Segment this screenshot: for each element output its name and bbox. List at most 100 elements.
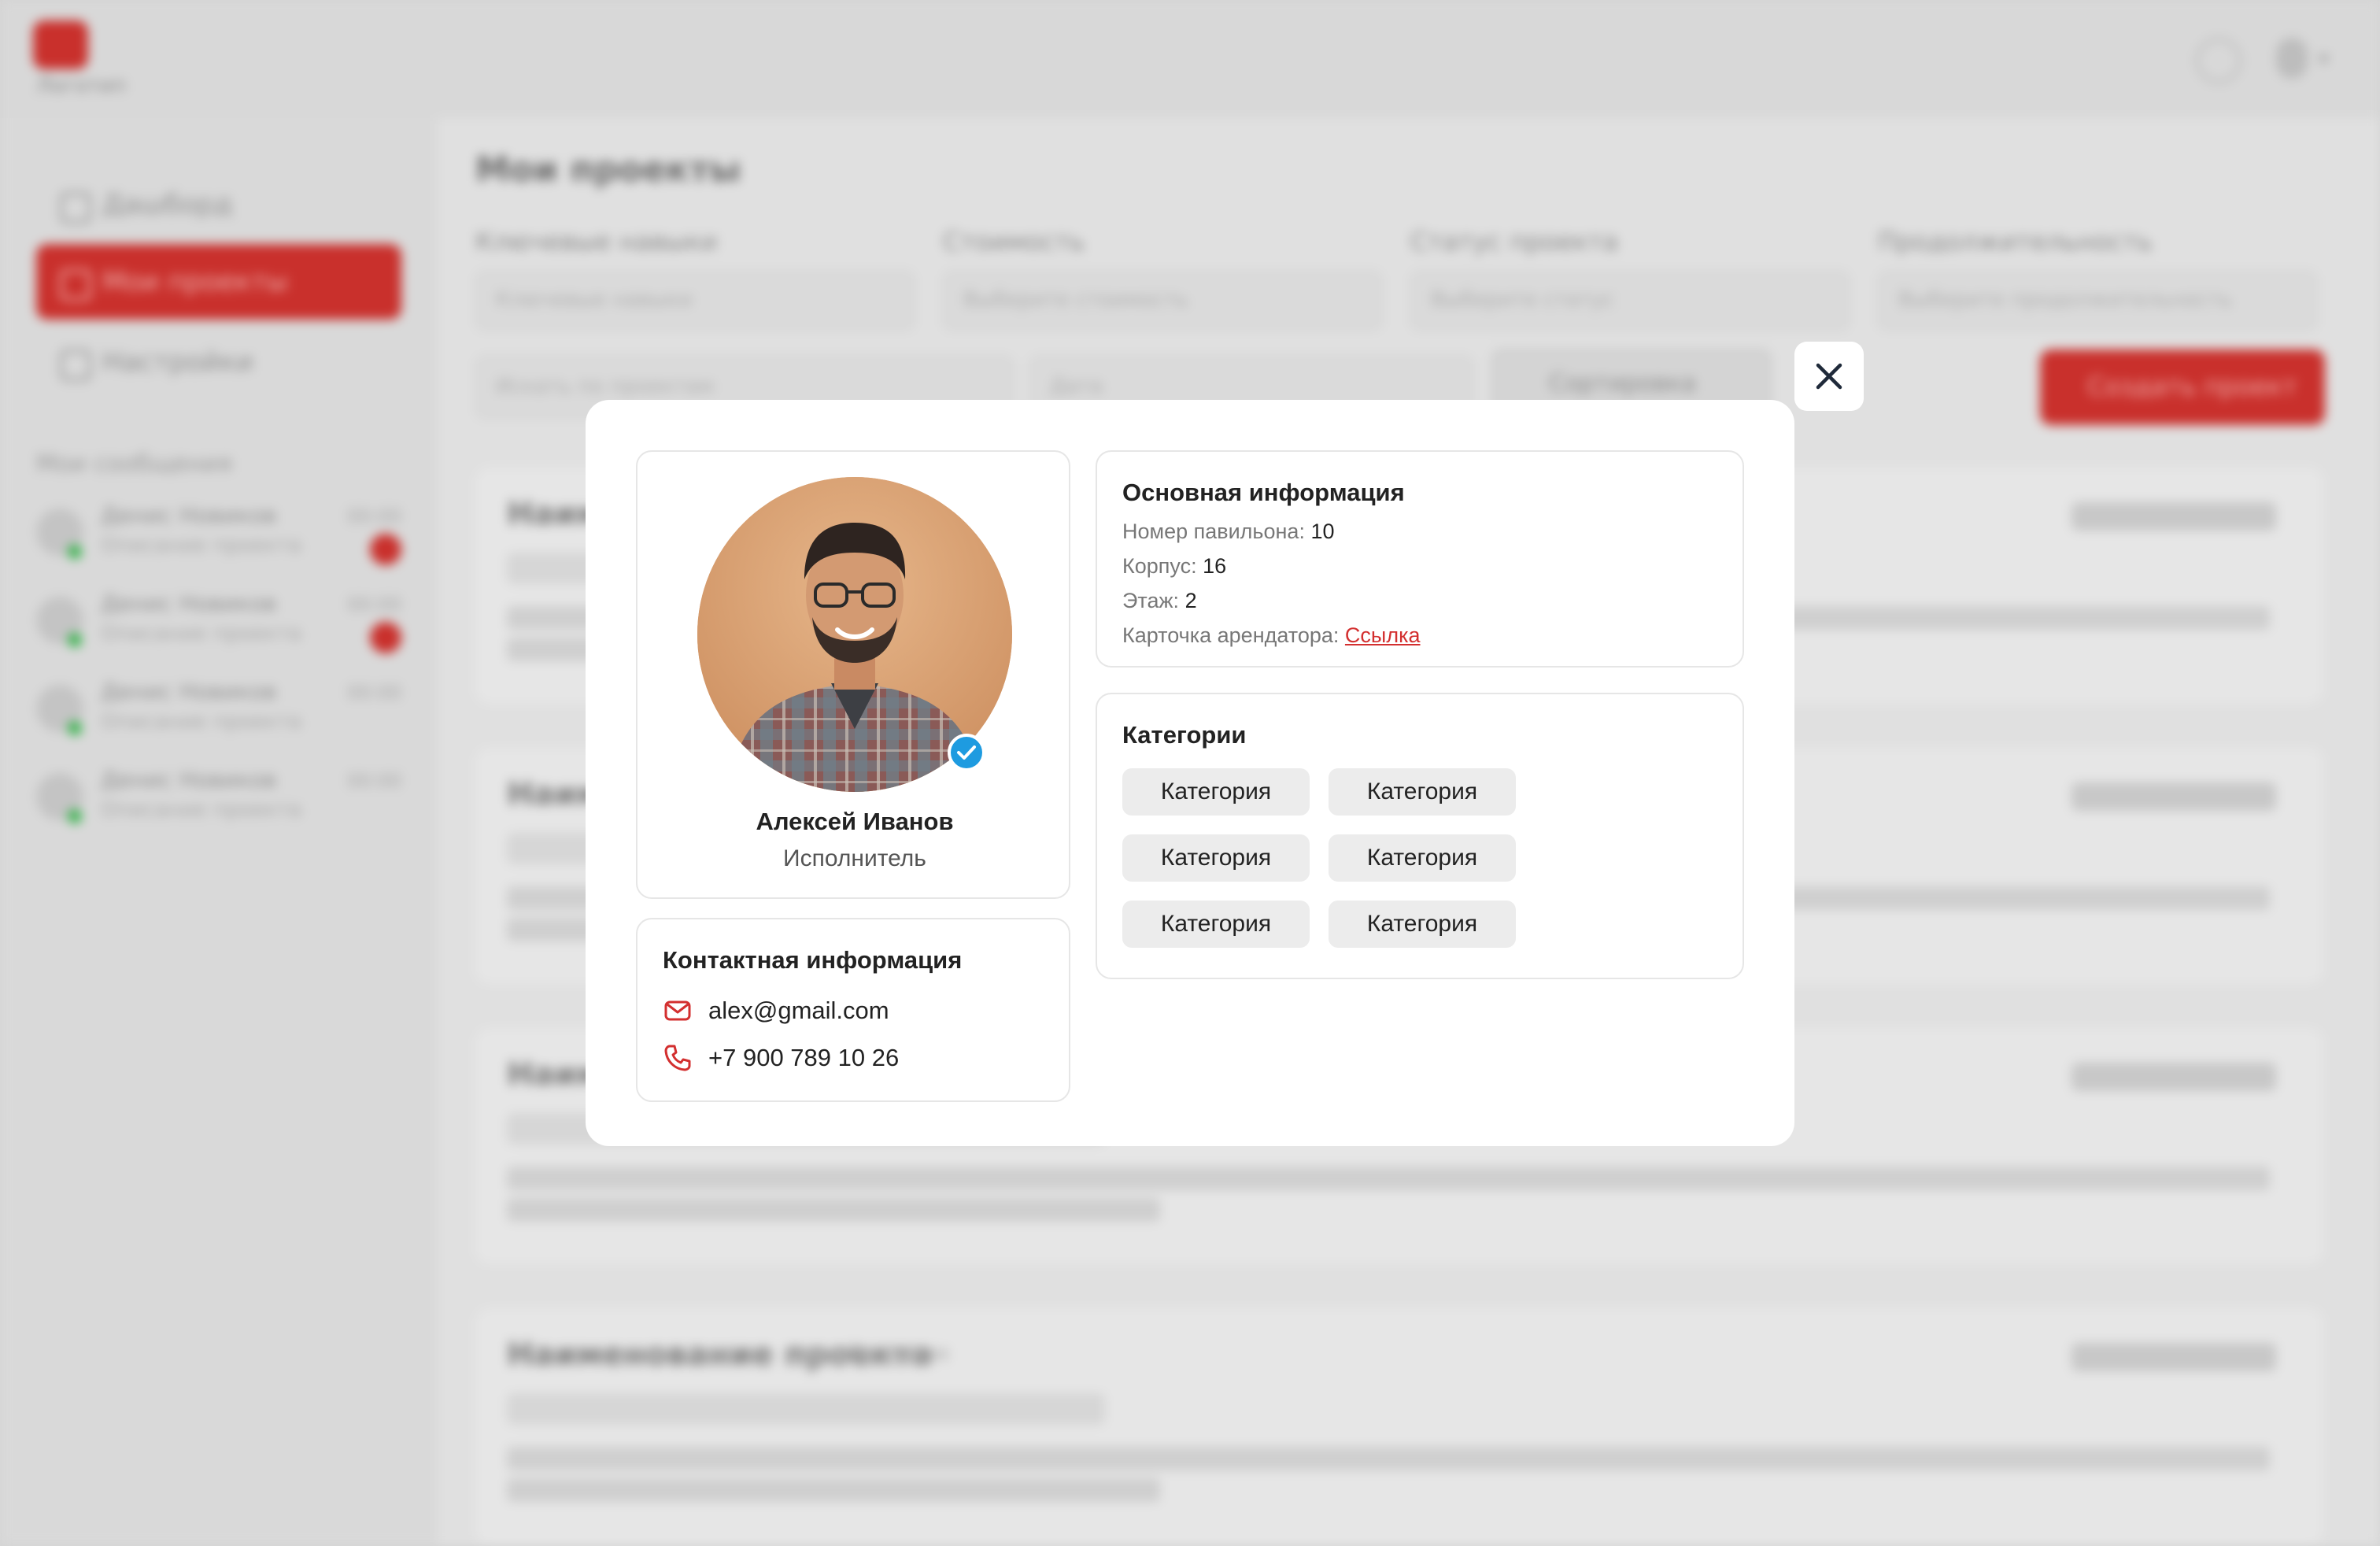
project-tags (2071, 1343, 2276, 1371)
category-chip[interactable]: Категория (1329, 768, 1516, 816)
sidebar-item-my-projects[interactable]: Мои проекты (36, 244, 401, 320)
chevron-down-icon[interactable]: ▾ (2319, 47, 2329, 71)
unread-badge (370, 622, 401, 653)
sidebar-item-settings[interactable]: Настройки (36, 324, 401, 400)
project-description (507, 1478, 1160, 1502)
contact-title: Контактная информация (663, 946, 963, 974)
page-title: Мои проекты (475, 150, 741, 190)
tenant-card-link[interactable]: Ссылка (1345, 623, 1421, 647)
gear-icon (60, 350, 91, 381)
building-value: 16 (1203, 554, 1227, 578)
online-indicator (68, 545, 82, 559)
logo-text: Логотип (36, 74, 127, 98)
profile-modal: Алексей Иванов Исполнитель Контактная ин… (586, 400, 1794, 1146)
project-card[interactable]: Наименование проекта Активен (475, 1308, 2323, 1544)
sidebar-item-dashboard[interactable]: Дашборд (36, 167, 401, 242)
logo (33, 20, 88, 69)
categories-title: Категории (1122, 721, 1247, 749)
sidebar-item-label: Мои проекты (102, 266, 288, 298)
sidebar-item-label: Настройки (102, 346, 254, 378)
duration-select[interactable]: Выберите продолжительность (1878, 271, 2317, 331)
chat-name: Денис Новиков (101, 502, 277, 528)
building-row: Корпус: 16 (1122, 554, 1226, 579)
floor-row: Этаж: 2 (1122, 589, 1197, 613)
chat-name: Денис Новиков (101, 679, 277, 705)
category-chip[interactable]: Категория (1122, 834, 1310, 882)
select-placeholder: Выберите стоимость (963, 288, 1188, 312)
chat-name: Денис Новиков (101, 767, 277, 793)
chat-preview: Описание проекта (101, 798, 301, 822)
profile-name: Алексей Иванов (756, 808, 954, 835)
project-chips (507, 1393, 1105, 1425)
select-placeholder: Выберите статус (1431, 288, 1615, 312)
chat-preview: Описание проекта (101, 710, 301, 734)
category-chip[interactable]: Категория (1329, 834, 1516, 882)
email-value[interactable]: alex@gmail.com (708, 997, 889, 1025)
top-bar: Логотип ▾ (0, 0, 2380, 118)
tenant-card-row: Карточка арендатора: Ссылка (1122, 623, 1421, 648)
sidebar-item-label: Дашборд (102, 189, 233, 220)
search-placeholder: Искать по проектам (496, 375, 715, 398)
phone-row[interactable]: +7 900 789 10 26 (663, 1042, 899, 1074)
skills-select[interactable]: Ключевые навыки (475, 271, 915, 331)
chat-name: Денис Новиков (101, 590, 277, 616)
email-row[interactable]: alex@gmail.com (663, 995, 889, 1026)
chat-preview: Описание проекта (101, 622, 301, 645)
notification-icon[interactable] (2196, 38, 2241, 83)
select-placeholder: Ключевые навыки (496, 288, 693, 312)
messages-title: Мои сообщения (36, 450, 232, 478)
verified-badge-icon (948, 734, 985, 771)
chat-preview: Описание проекта (101, 534, 301, 557)
online-indicator (68, 721, 82, 735)
folder-icon (60, 269, 91, 301)
close-icon (1816, 363, 1842, 390)
pavilion-label: Номер павильона: (1122, 520, 1305, 543)
project-description (507, 1447, 2270, 1470)
project-description (507, 1198, 1160, 1222)
online-indicator (68, 633, 82, 647)
project-description (507, 1167, 2270, 1190)
chat-time: 00:00 (346, 594, 401, 616)
floor-label: Этаж: (1122, 589, 1180, 612)
pavilion-row: Номер павильона: 10 (1122, 520, 1335, 544)
project-tags (2071, 1063, 2276, 1091)
project-status: Активен (845, 1340, 949, 1367)
profile-card: Алексей Иванов Исполнитель (636, 450, 1070, 899)
floor-value: 2 (1184, 589, 1197, 612)
filter-label: Продолжительность (1878, 227, 2153, 257)
category-chip[interactable]: Категория (1329, 901, 1516, 948)
profile-role: Исполнитель (783, 845, 926, 871)
phone-value[interactable]: +7 900 789 10 26 (708, 1044, 899, 1072)
close-modal-button[interactable] (1794, 342, 1864, 411)
categories-card: Категории Категория Категория Категория … (1096, 693, 1744, 979)
unread-badge (370, 534, 401, 565)
select-placeholder: Выберите продолжительность (1898, 288, 2233, 312)
create-project-label: Создать проект (2087, 372, 2297, 401)
filter-label: Ключевые навыки (475, 227, 718, 257)
chat-item[interactable]: Денис Новиков 00:00 Описание проекта (36, 502, 401, 581)
chat-item[interactable]: Денис Новиков 00:00 Описание проекта (36, 767, 401, 845)
chat-item[interactable]: Денис Новиков 00:00 Описание проекта (36, 679, 401, 757)
chat-item[interactable]: Денис Новиков 00:00 Описание проекта (36, 590, 401, 669)
sort-label: Сортировка (1549, 370, 1696, 398)
category-chip[interactable]: Категория (1122, 901, 1310, 948)
create-project-button[interactable]: Создать проект (2040, 350, 2325, 425)
price-select[interactable]: Выберите стоимость (943, 271, 1382, 331)
project-tags (2071, 502, 2276, 531)
basic-info-card: Основная информация Номер павильона: 10 … (1096, 450, 1744, 668)
user-avatar[interactable] (2276, 38, 2308, 79)
online-indicator (68, 809, 82, 823)
chat-time: 00:00 (346, 770, 401, 792)
filter-label: Статус проекта (1410, 227, 1619, 257)
status-select[interactable]: Выберите статус (1410, 271, 1850, 331)
mail-icon (664, 1000, 691, 1021)
basic-info-title: Основная информация (1122, 479, 1405, 506)
chat-time: 00:00 (346, 682, 401, 704)
phone-icon (664, 1045, 691, 1071)
category-chip[interactable]: Категория (1122, 768, 1310, 816)
building-label: Корпус: (1122, 554, 1197, 578)
project-tags (2071, 782, 2276, 811)
filter-label: Стоимость (943, 227, 1085, 257)
date-placeholder: Дата (1050, 375, 1103, 398)
dashboard-icon (60, 192, 91, 224)
